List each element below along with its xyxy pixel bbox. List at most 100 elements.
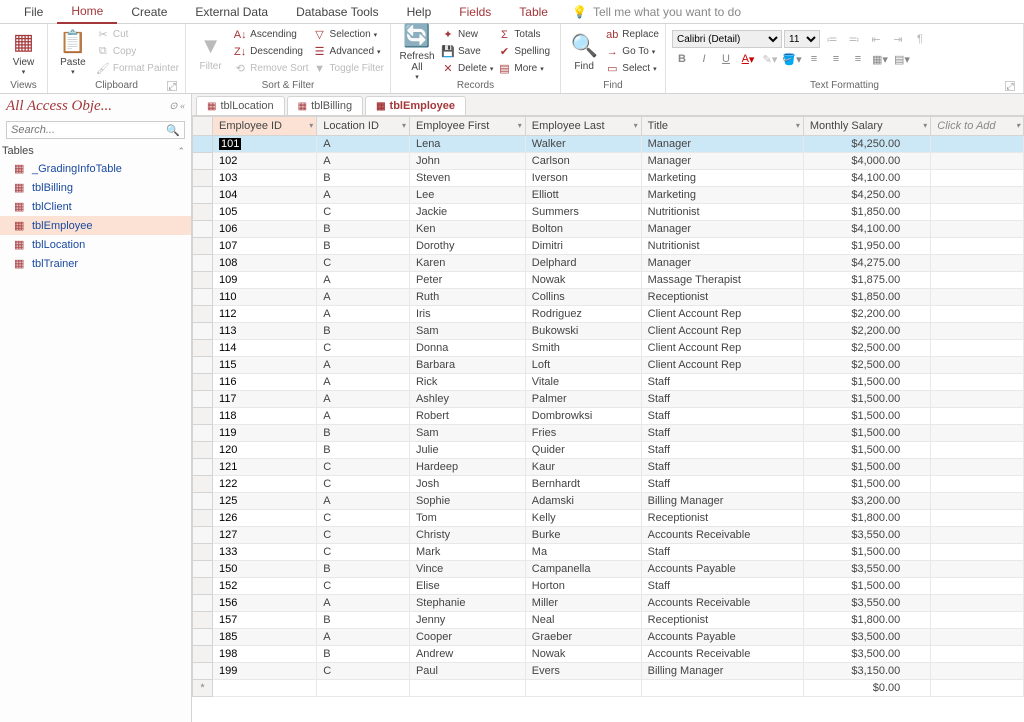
cell-last[interactable]: Smith (525, 340, 641, 357)
cell-add[interactable] (931, 510, 1024, 527)
column-header[interactable]: Monthly Salary▾ (803, 117, 930, 136)
cell-employee-id[interactable]: 117 (213, 391, 317, 408)
tab-database-tools[interactable]: Database Tools (282, 1, 393, 23)
row-selector[interactable] (193, 306, 213, 323)
cell-first[interactable]: Donna (409, 340, 525, 357)
table-row[interactable]: 106BKenBoltonManager$4,100.00 (193, 221, 1024, 238)
cell-last[interactable]: Loft (525, 357, 641, 374)
cell-last[interactable]: Burke (525, 527, 641, 544)
cell-employee-id[interactable]: 114 (213, 340, 317, 357)
cell-first[interactable]: Christy (409, 527, 525, 544)
column-header[interactable]: Employee Last▾ (525, 117, 641, 136)
table-row[interactable]: 108CKarenDelphardManager$4,275.00 (193, 255, 1024, 272)
cell-add[interactable] (931, 255, 1024, 272)
cell-location-id[interactable]: A (317, 306, 410, 323)
sort-asc-button[interactable]: A↓Ascending (233, 26, 308, 43)
font-family-select[interactable]: Calibri (Detail) (672, 30, 782, 48)
cell-first[interactable]: Steven (409, 170, 525, 187)
tab-table[interactable]: Table (505, 1, 562, 23)
cell-first[interactable]: Robert (409, 408, 525, 425)
row-selector[interactable] (193, 289, 213, 306)
cell-add[interactable] (931, 391, 1024, 408)
table-row[interactable]: 112AIrisRodriguezClient Account Rep$2,20… (193, 306, 1024, 323)
spelling-button[interactable]: ✔Spelling (497, 43, 550, 60)
cell-first[interactable]: Sam (409, 323, 525, 340)
cell-first[interactable]: Hardeep (409, 459, 525, 476)
nav-item-tblemployee[interactable]: ▦tblEmployee (0, 216, 191, 235)
cell-add[interactable] (931, 476, 1024, 493)
table-row[interactable]: 185ACooperGraeberAccounts Payable$3,500.… (193, 629, 1024, 646)
row-selector[interactable] (193, 391, 213, 408)
cell-salary[interactable]: $1,500.00 (803, 476, 930, 493)
cell-add[interactable] (931, 289, 1024, 306)
row-selector[interactable] (193, 476, 213, 493)
cell-add[interactable] (931, 663, 1024, 680)
cell-employee-id[interactable]: 110 (213, 289, 317, 306)
cell-employee-id[interactable]: 103 (213, 170, 317, 187)
row-selector[interactable] (193, 357, 213, 374)
dropdown-icon[interactable]: ▾ (309, 121, 313, 130)
table-row[interactable]: 125ASophieAdamskiBilling Manager$3,200.0… (193, 493, 1024, 510)
row-selector[interactable] (193, 442, 213, 459)
row-selector[interactable] (193, 510, 213, 527)
table-row[interactable]: 102AJohnCarlsonManager$4,000.00 (193, 153, 1024, 170)
cell-salary[interactable]: $3,200.00 (803, 493, 930, 510)
cell-employee-id[interactable]: 127 (213, 527, 317, 544)
gridlines-button[interactable]: ▦▾ (870, 50, 890, 68)
cell-first[interactable]: Barbara (409, 357, 525, 374)
cell-location-id[interactable]: A (317, 136, 410, 153)
table-row[interactable]: 115ABarbaraLoftClient Account Rep$2,500.… (193, 357, 1024, 374)
cell-employee-id[interactable]: 118 (213, 408, 317, 425)
cell-first[interactable]: Sophie (409, 493, 525, 510)
cell-last[interactable]: Adamski (525, 493, 641, 510)
cell-employee-id[interactable]: 120 (213, 442, 317, 459)
cell-add[interactable] (931, 221, 1024, 238)
tell-me-search[interactable]: 💡Tell me what you want to do (572, 5, 741, 19)
doc-tab-tbllocation[interactable]: ▦tblLocation (196, 96, 285, 115)
paste-button[interactable]: 📋Paste▾ (54, 26, 92, 78)
cell-title[interactable]: Staff (641, 476, 803, 493)
row-selector[interactable] (193, 544, 213, 561)
align-left-button[interactable]: ≡ (804, 50, 824, 68)
cell-salary[interactable]: $3,150.00 (803, 663, 930, 680)
cell-first[interactable]: Karen (409, 255, 525, 272)
cell-location-id[interactable]: A (317, 493, 410, 510)
format-painter-button[interactable]: 🖌Format Painter (96, 60, 179, 77)
cell-last[interactable]: Vitale (525, 374, 641, 391)
cell-salary[interactable]: $3,500.00 (803, 629, 930, 646)
table-row[interactable]: 152CEliseHortonStaff$1,500.00 (193, 578, 1024, 595)
cell-employee-id[interactable]: 133 (213, 544, 317, 561)
row-selector[interactable] (193, 136, 213, 153)
cell-employee-id[interactable]: 198 (213, 646, 317, 663)
cell-title[interactable]: Staff (641, 459, 803, 476)
cell-title[interactable]: Staff (641, 408, 803, 425)
cell-location-id[interactable]: C (317, 459, 410, 476)
table-row[interactable]: 110ARuthCollinsReceptionist$1,850.00 (193, 289, 1024, 306)
cell-salary[interactable]: $3,550.00 (803, 595, 930, 612)
table-row[interactable]: 157BJennyNealReceptionist$1,800.00 (193, 612, 1024, 629)
cell-location-id[interactable]: C (317, 510, 410, 527)
cell-last[interactable]: Dombrowksi (525, 408, 641, 425)
cell-add[interactable] (931, 187, 1024, 204)
cell-add[interactable] (931, 408, 1024, 425)
nav-item-tbllocation[interactable]: ▦tblLocation (0, 235, 191, 254)
cell-add[interactable] (931, 561, 1024, 578)
cell-location-id[interactable]: B (317, 238, 410, 255)
cell-employee-id[interactable]: 122 (213, 476, 317, 493)
row-selector[interactable] (193, 153, 213, 170)
new-record-row[interactable]: $0.00 (193, 680, 1024, 697)
cell-first[interactable]: Cooper (409, 629, 525, 646)
cell-location-id[interactable]: B (317, 323, 410, 340)
row-selector[interactable] (193, 221, 213, 238)
dropdown-icon[interactable]: ▾ (634, 121, 638, 130)
table-row[interactable]: 150BVinceCampanellaAccounts Payable$3,55… (193, 561, 1024, 578)
cell-salary[interactable]: $4,250.00 (803, 187, 930, 204)
cell-last[interactable]: Bukowski (525, 323, 641, 340)
cell-location-id[interactable]: B (317, 612, 410, 629)
cell-employee-id[interactable]: 113 (213, 323, 317, 340)
dropdown-icon[interactable]: ▾ (402, 121, 406, 130)
cell-last[interactable]: Horton (525, 578, 641, 595)
cell-add[interactable] (931, 527, 1024, 544)
cell-add[interactable] (931, 357, 1024, 374)
cell-title[interactable]: Marketing (641, 170, 803, 187)
